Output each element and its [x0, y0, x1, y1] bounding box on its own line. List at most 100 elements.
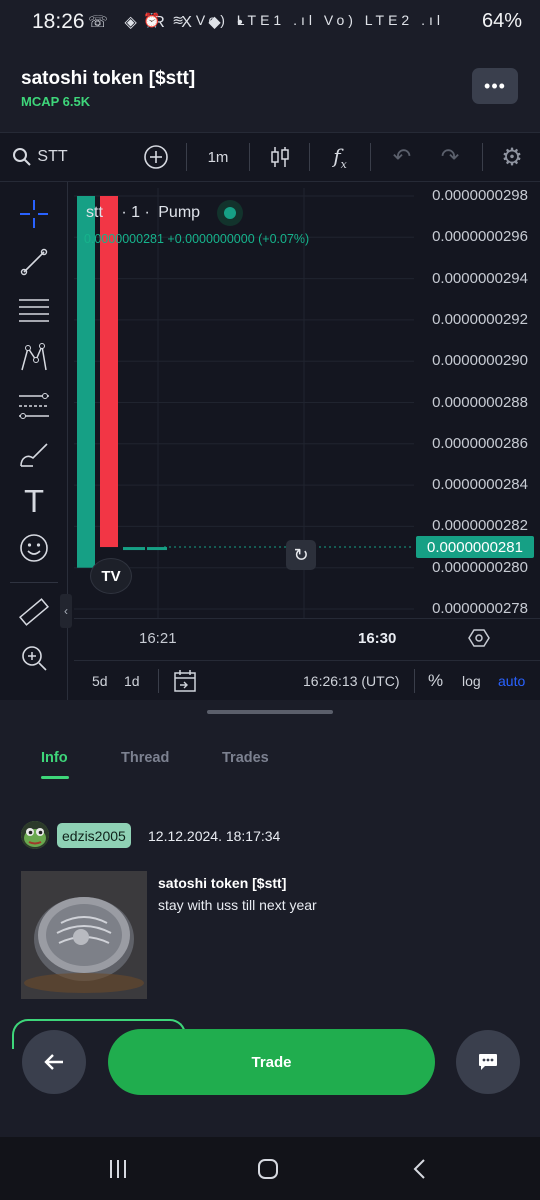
candle[interactable] — [123, 547, 145, 551]
brush-tool[interactable] — [14, 434, 54, 474]
price-tick: 0.0000000290 — [432, 352, 528, 370]
toolbar-divider — [370, 143, 371, 171]
chat-button[interactable] — [456, 1030, 520, 1094]
settings-button[interactable]: ⚙ — [492, 133, 532, 181]
legend-source: Pump — [158, 204, 201, 222]
axis-settings-button[interactable] — [468, 627, 490, 654]
time-axis[interactable]: 16:21 16:30 — [74, 618, 540, 660]
price-tick: 0.0000000284 — [432, 476, 528, 494]
avatar[interactable] — [21, 821, 49, 849]
price-tick: 0.0000000280 — [432, 558, 528, 576]
time-tick: 16:21 — [139, 630, 177, 647]
tab-thread[interactable]: Thread — [121, 750, 169, 766]
zoom-tool[interactable] — [14, 638, 54, 678]
log-scale-button[interactable]: log — [462, 673, 481, 689]
crosshair-icon — [20, 200, 48, 228]
home-icon — [258, 1159, 278, 1179]
crosshair-tool[interactable] — [14, 194, 54, 234]
text-icon: T — [24, 484, 44, 520]
toolbar-divider — [482, 143, 483, 171]
recent-apps-button[interactable] — [88, 1151, 148, 1187]
sheet-drag-handle[interactable] — [207, 710, 333, 714]
price-tick: 0.0000000298 — [432, 187, 528, 204]
token-image[interactable] — [21, 871, 147, 999]
legend-row: stt · 1 · Pump — [86, 200, 243, 226]
symbol-search-button[interactable]: STT — [10, 133, 70, 181]
system-back-button[interactable] — [390, 1151, 450, 1187]
legend-interval: · 1 · — [121, 204, 150, 222]
market-cap: MCAP 6.5K — [21, 94, 91, 109]
emoji-tool[interactable] — [14, 528, 54, 568]
collapse-toolbar-button[interactable]: ‹ — [60, 594, 72, 628]
utc-clock[interactable]: 16:26:13 (UTC) — [303, 673, 399, 689]
more-horizontal-icon: ••• — [484, 75, 506, 96]
price-tick: 0.0000000294 — [432, 269, 528, 287]
compare-button[interactable] — [136, 133, 176, 181]
chart-toolbar: STT 1m fx ↶ ↷ ⚙ — [0, 132, 540, 182]
price-tick: 0.0000000296 — [432, 228, 528, 246]
price-tick: 0.0000000278 — [432, 600, 528, 617]
brush-icon — [20, 443, 48, 467]
indicators-button[interactable]: fx — [320, 133, 360, 181]
pattern-icon — [21, 343, 47, 371]
recents-icon — [110, 1160, 126, 1178]
price-plot[interactable] — [74, 188, 414, 618]
trade-button[interactable]: Trade — [108, 1029, 435, 1095]
tab-trades[interactable]: Trades — [222, 750, 269, 766]
legend-symbol: stt — [86, 204, 103, 222]
tv-logo-icon: TV — [101, 567, 121, 585]
chevron-left-icon: ‹ — [64, 604, 68, 618]
back-button[interactable] — [22, 1030, 86, 1094]
horizontal-lines-tool[interactable] — [14, 290, 54, 330]
chart-legend: stt · 1 · Pump 0.0000000281 +0.000000000… — [74, 188, 414, 248]
home-button[interactable] — [238, 1151, 298, 1187]
goto-date-button[interactable] — [172, 668, 198, 697]
gear-icon: ⚙ — [501, 143, 523, 171]
redo-button[interactable]: ↷ — [430, 133, 470, 181]
arrow-left-icon — [44, 1054, 63, 1070]
ohlc-values: 0.0000000281 +0.0000000000 (+0.07%) — [84, 232, 310, 246]
toolbar-divider — [309, 143, 310, 171]
range-5d-button[interactable]: 5d — [92, 673, 108, 689]
interval-button[interactable]: 1m — [198, 133, 238, 181]
signal-icons: ⏰ ≋ Vo) LTE1 .ıl Vo) LTE2 .ıl — [142, 12, 444, 28]
system-nav-bar — [0, 1137, 540, 1200]
smiley-icon — [20, 534, 48, 562]
reset-icon: ↻ — [293, 544, 309, 565]
reset-chart-button[interactable]: ↻ — [286, 540, 316, 570]
symbol-label: STT — [37, 148, 68, 165]
percent-scale-button[interactable]: % — [428, 671, 443, 691]
toolbar-divider — [249, 143, 250, 171]
trend-line-icon — [20, 248, 48, 276]
footer-divider — [414, 669, 415, 693]
chevron-left-icon — [413, 1159, 425, 1179]
tradingview-logo[interactable]: TV — [90, 558, 132, 594]
status-time: 18:26 — [32, 10, 85, 33]
candle[interactable] — [77, 196, 95, 568]
frog-avatar-icon — [21, 821, 49, 849]
text-tool[interactable]: T — [14, 482, 54, 522]
username-link[interactable]: edzis2005 — [57, 823, 131, 848]
footer-divider — [158, 669, 159, 693]
fib-tool[interactable] — [14, 386, 54, 426]
pattern-tool[interactable] — [14, 338, 54, 378]
measure-tool[interactable] — [14, 592, 54, 632]
chart-container: T ‹ stt · 1 · Pump 0.0000000281 +0.00000… — [0, 182, 540, 700]
last-price-label: 0.0000000281 — [416, 536, 534, 559]
candle[interactable] — [100, 196, 118, 548]
market-status-indicator[interactable] — [216, 200, 243, 226]
candles-icon — [271, 147, 289, 167]
chart-type-button[interactable] — [260, 133, 300, 181]
time-tick: 16:30 — [358, 630, 397, 647]
auto-scale-button[interactable]: auto — [498, 673, 525, 689]
more-menu-button[interactable]: ••• — [472, 68, 518, 104]
range-1d-button[interactable]: 1d — [124, 673, 140, 689]
undo-button[interactable]: ↶ — [382, 133, 422, 181]
lines-icon — [19, 299, 49, 322]
post-date: 12.12.2024. 18:17:34 — [148, 828, 281, 844]
price-tick: 0.0000000292 — [432, 310, 528, 328]
chart-footer: 5d 1d 16:26:13 (UTC) % log auto — [74, 660, 540, 700]
ruler-icon — [19, 598, 49, 626]
tab-info[interactable]: Info — [41, 750, 68, 766]
trend-line-tool[interactable] — [14, 242, 54, 282]
